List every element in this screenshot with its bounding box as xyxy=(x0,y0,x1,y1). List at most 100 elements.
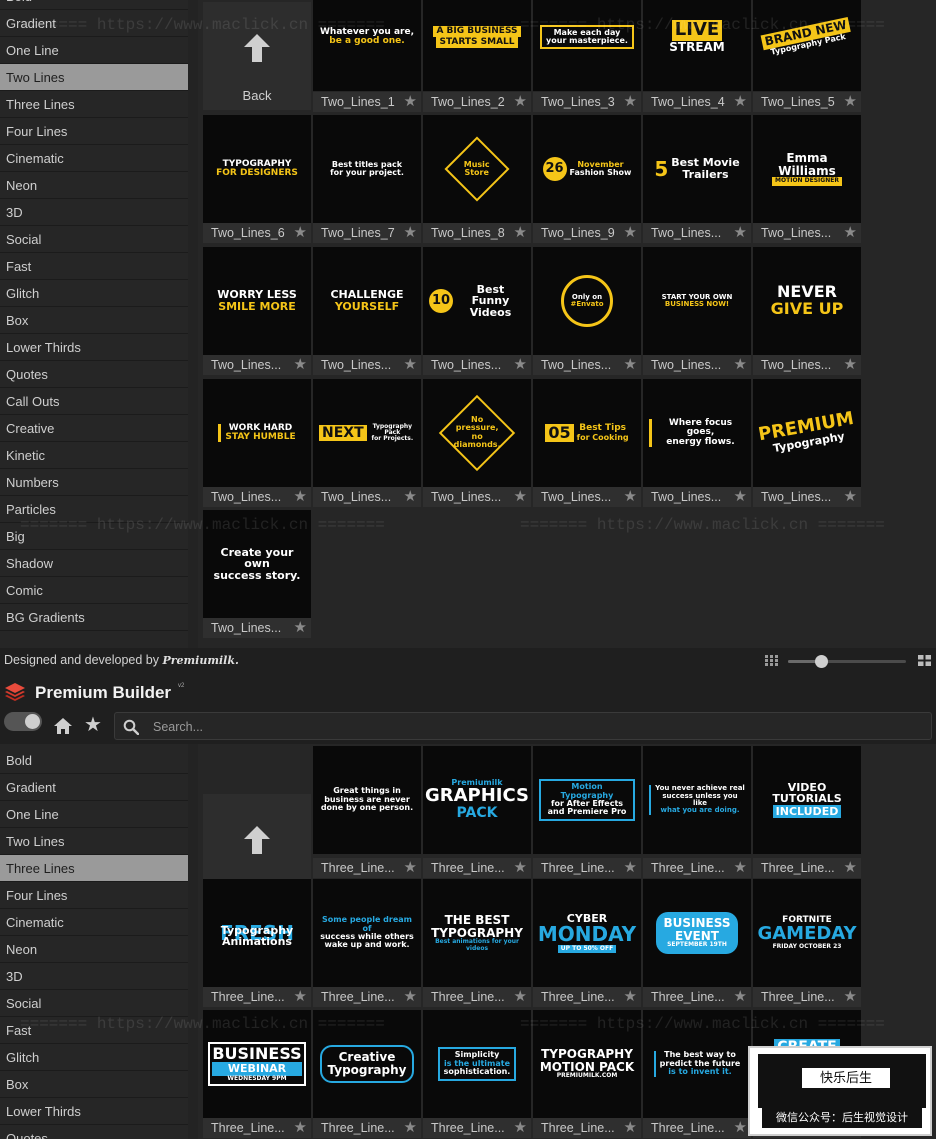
thumbnail-text: SEPTEMBER 19TH xyxy=(667,941,727,949)
star-icon[interactable]: ★ xyxy=(844,223,857,242)
sidebar-item-box[interactable]: Box xyxy=(0,307,188,334)
star-icon[interactable]: ★ xyxy=(844,487,857,506)
star-icon[interactable]: ★ xyxy=(844,92,857,111)
star-icon[interactable]: ★ xyxy=(844,858,857,877)
mode-toggle[interactable] xyxy=(4,712,42,731)
sidebar-item-box[interactable]: Box xyxy=(0,1071,188,1098)
star-icon[interactable]: ★ xyxy=(514,92,527,111)
star-icon[interactable]: ★ xyxy=(624,223,637,242)
sidebar-item-bg-gradients[interactable]: BG Gradients xyxy=(0,604,188,631)
star-icon[interactable]: ★ xyxy=(294,223,307,242)
thumbnail-text: A BIG BUSINESS xyxy=(433,25,521,37)
star-icon[interactable]: ★ xyxy=(294,618,307,637)
star-icon[interactable]: ★ xyxy=(404,223,417,242)
sidebar-item-cinematic[interactable]: Cinematic xyxy=(0,909,188,936)
thumbnail-text: Trailers xyxy=(682,168,729,181)
thumbnail-text: energy flows. xyxy=(666,436,735,447)
sidebar-item-social[interactable]: Social xyxy=(0,990,188,1017)
sidebar-item-neon[interactable]: Neon xyxy=(0,172,188,199)
star-icon[interactable]: ★ xyxy=(404,92,417,111)
sidebar-item-lower-thirds[interactable]: Lower Thirds xyxy=(0,334,188,361)
sidebar-item-four-lines[interactable]: Four Lines xyxy=(0,882,188,909)
template-grid: Back Whatever you are, be a good one. Two_L… xyxy=(198,0,936,648)
sidebar-item-fast[interactable]: Fast xyxy=(0,1017,188,1044)
search-input[interactable] xyxy=(153,717,913,736)
sidebar-item-shadow[interactable]: Shadow xyxy=(0,550,188,577)
sidebar-item-call-outs[interactable]: Call Outs xyxy=(0,388,188,415)
sidebar-item-three-lines[interactable]: Three Lines xyxy=(0,91,188,118)
sidebar-item-four-lines[interactable]: Four Lines xyxy=(0,118,188,145)
sidebar-item-creative[interactable]: Creative xyxy=(0,415,188,442)
sidebar-item-comic[interactable]: Comic xyxy=(0,577,188,604)
sidebar-item-two-lines[interactable]: Two Lines xyxy=(0,828,188,855)
sidebar-item-numbers[interactable]: Numbers xyxy=(0,469,188,496)
star-icon[interactable]: ★ xyxy=(294,1118,307,1137)
template-thumbnail: Music Store xyxy=(423,115,531,223)
star-icon[interactable]: ★ xyxy=(734,355,747,374)
thumbnail-text: wake up and work. xyxy=(324,940,410,950)
sidebar-item-bold[interactable]: Bold xyxy=(0,0,188,10)
sidebar-item-kinetic[interactable]: Kinetic xyxy=(0,442,188,469)
star-icon[interactable]: ★ xyxy=(734,223,747,242)
star-icon[interactable]: ★ xyxy=(514,223,527,242)
sidebar-item-bold[interactable]: Bold xyxy=(0,747,188,774)
star-icon[interactable]: ★ xyxy=(734,487,747,506)
star-icon[interactable]: ★ xyxy=(294,487,307,506)
sidebar-item-glitch[interactable]: Glitch xyxy=(0,1044,188,1071)
sidebar-item-lower-thirds[interactable]: Lower Thirds xyxy=(0,1098,188,1125)
star-icon[interactable]: ★ xyxy=(844,355,857,374)
star-icon[interactable]: ★ xyxy=(624,858,637,877)
slider-knob[interactable] xyxy=(815,655,829,668)
sidebar-item-two-lines[interactable]: Two Lines xyxy=(0,64,188,91)
star-icon[interactable]: ★ xyxy=(514,487,527,506)
star-icon[interactable]: ★ xyxy=(624,487,637,506)
sidebar-item-fast[interactable]: Fast xyxy=(0,253,188,280)
sidebar-item-big[interactable]: Big xyxy=(0,523,188,550)
template-thumbnail: 5 Best Movie Trailers xyxy=(643,115,751,223)
sidebar-item-quotes[interactable]: Quotes xyxy=(0,361,188,388)
star-icon[interactable]: ★ xyxy=(514,355,527,374)
sidebar-item-one-line[interactable]: One Line xyxy=(0,801,188,828)
star-icon[interactable]: ★ xyxy=(624,1118,637,1137)
star-icon[interactable]: ★ xyxy=(514,1118,527,1137)
sidebar-item-gradient[interactable]: Gradient xyxy=(0,774,188,801)
sidebar-item-3d[interactable]: 3D xyxy=(0,199,188,226)
template-name: Two_Lines... xyxy=(211,621,282,635)
home-icon[interactable] xyxy=(53,717,73,735)
sidebar-item-cinematic[interactable]: Cinematic xyxy=(0,145,188,172)
template-caption: Three_Line... ★ xyxy=(423,987,531,1007)
star-icon[interactable]: ★ xyxy=(624,987,637,1006)
star-icon[interactable]: ★ xyxy=(734,92,747,111)
sidebar-item-three-lines[interactable]: Three Lines xyxy=(0,855,188,882)
sidebar-item-gradient[interactable]: Gradient xyxy=(0,10,188,37)
star-icon[interactable]: ★ xyxy=(514,987,527,1006)
star-icon[interactable]: ★ xyxy=(514,858,527,877)
search-bar[interactable] xyxy=(114,712,932,740)
favorites-star-icon[interactable]: ★ xyxy=(83,715,103,735)
star-icon[interactable]: ★ xyxy=(624,92,637,111)
template-caption: Two_Lines... ★ xyxy=(313,355,421,375)
star-icon[interactable]: ★ xyxy=(734,1118,747,1137)
star-icon[interactable]: ★ xyxy=(624,355,637,374)
star-icon[interactable]: ★ xyxy=(844,987,857,1006)
grid-large-icon[interactable] xyxy=(918,655,931,666)
star-icon[interactable]: ★ xyxy=(294,355,307,374)
sidebar-item-3d[interactable]: 3D xyxy=(0,963,188,990)
thumbnail-size-slider[interactable] xyxy=(788,655,906,668)
sidebar-item-neon[interactable]: Neon xyxy=(0,936,188,963)
thumbnail-text: Best Funny xyxy=(471,282,510,308)
star-icon[interactable]: ★ xyxy=(734,987,747,1006)
sidebar-item-quotes[interactable]: Quotes xyxy=(0,1125,188,1139)
star-icon[interactable]: ★ xyxy=(404,487,417,506)
sidebar-item-social[interactable]: Social xyxy=(0,226,188,253)
star-icon[interactable]: ★ xyxy=(294,987,307,1006)
sidebar-item-particles[interactable]: Particles xyxy=(0,496,188,523)
sidebar-item-glitch[interactable]: Glitch xyxy=(0,280,188,307)
sidebar-item-one-line[interactable]: One Line xyxy=(0,37,188,64)
grid-small-icon[interactable] xyxy=(765,655,778,666)
star-icon[interactable]: ★ xyxy=(404,1118,417,1137)
star-icon[interactable]: ★ xyxy=(404,355,417,374)
star-icon[interactable]: ★ xyxy=(404,987,417,1006)
star-icon[interactable]: ★ xyxy=(734,858,747,877)
star-icon[interactable]: ★ xyxy=(404,858,417,877)
